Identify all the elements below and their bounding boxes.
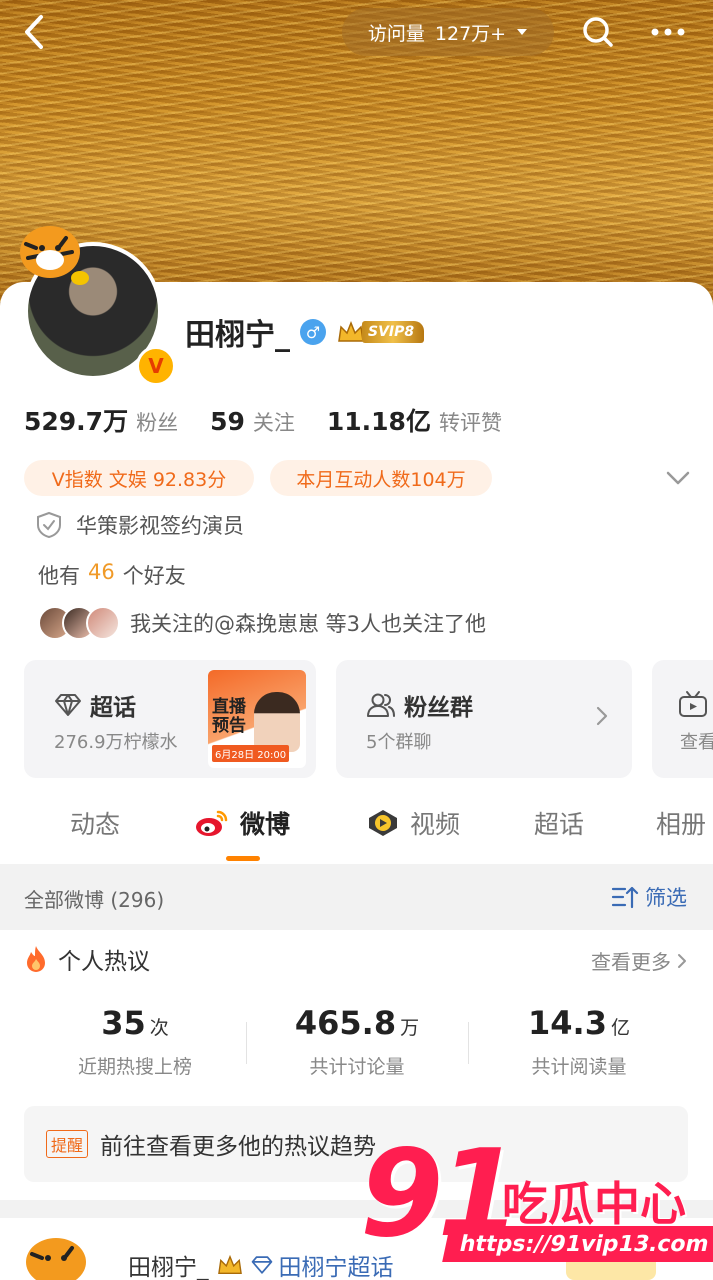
filter-bar: 全部微博 (296) 筛选 [0, 864, 713, 930]
svip-badge[interactable]: SVIP8 [336, 319, 425, 345]
flame-icon [27, 946, 45, 972]
verified-v-badge: V [136, 346, 176, 386]
post-chaohua-link[interactable]: 田栩宁超话 [279, 1248, 394, 1280]
visit-label: 访问量 [367, 22, 425, 45]
reminder-tag: 提醒 [46, 1130, 89, 1158]
hot-stat-reads: 14.3 亿 共计阅读量 [468, 1004, 690, 1094]
back-button[interactable] [12, 10, 56, 54]
user-name[interactable]: 田栩宁_ [185, 310, 290, 354]
chevron-right-icon [596, 706, 608, 726]
see-more-link[interactable]: 查看更多 [591, 946, 687, 975]
filter-button[interactable]: 筛选 [611, 882, 687, 912]
fans-group-sub: 5个群聊 [366, 732, 432, 753]
third-feature-card[interactable]: 查看 [652, 660, 713, 778]
mutual-follow-text: 我关注的@森挽崽崽 等3人也关注了他 [130, 612, 487, 636]
group-icon [367, 693, 395, 717]
chaohua-sub: 276.9万柠檬水 [54, 732, 178, 753]
chevron-right-icon [678, 953, 686, 968]
verification-text: 华策影视签约演员 [76, 514, 244, 538]
post-author-name[interactable]: 田栩宁_ [128, 1248, 209, 1280]
tab-album[interactable]: 相册 [656, 805, 706, 841]
more-dots-icon [651, 28, 685, 36]
tiger-avatar-icon[interactable] [20, 1228, 96, 1280]
trend-reminder[interactable]: 提醒 前往查看更多他的热议趋势 [24, 1106, 688, 1182]
chevron-down-icon [666, 471, 690, 485]
search-button[interactable] [576, 10, 620, 54]
verification-row: 华策影视签约演员 [36, 510, 244, 540]
friends-count: 46 [88, 560, 115, 584]
fans-group-card[interactable]: 粉丝群 5个群聊 [336, 660, 632, 778]
live-preview-thumbnail[interactable]: 直播预告 6月28日 20:00 [208, 670, 306, 768]
fans-group-title: 粉丝群 [404, 695, 473, 721]
svip-level: SVIP8 [362, 321, 425, 343]
reminder-text: 前往查看更多他的热议趋势 [100, 1134, 377, 1160]
chevron-left-icon [25, 15, 43, 49]
tiger-decoration-icon [20, 226, 89, 285]
promo-text: 直播预告 [212, 697, 246, 736]
diamond-icon [55, 694, 81, 716]
weibo-logo-icon [196, 810, 228, 836]
male-icon: ♂ [300, 319, 326, 345]
chaohua-card[interactable]: 超话 276.9万柠檬水 直播预告 6月28日 20:00 [24, 660, 316, 778]
hot-stat-trending: 35 次 近期热搜上榜 [77, 1004, 192, 1078]
tab-video[interactable]: 视频 [366, 805, 460, 841]
post-author-row: 田栩宁_ 田栩宁超话 [128, 1248, 394, 1280]
promo-date: 6月28日 20:00 [212, 745, 290, 762]
active-tab-indicator [226, 856, 260, 861]
diamond-icon [251, 1256, 272, 1274]
tab-weibo[interactable]: 微博 [194, 805, 290, 841]
name-row: 田栩宁_ ♂ SVIP8 [185, 310, 425, 354]
expand-button[interactable] [662, 462, 694, 494]
mutual-avatars [38, 606, 120, 640]
monthly-interaction-pill[interactable]: 本月互动人数104万 [270, 460, 492, 496]
more-button[interactable] [644, 10, 692, 54]
profile-stats: 529.7万 粉丝 59 关注 11.18亿 转评赞 [24, 402, 534, 438]
filter-icon [611, 886, 639, 909]
avatar-container[interactable]: V [18, 226, 176, 386]
search-icon [583, 17, 613, 47]
shield-check-icon [37, 511, 61, 539]
profile-tabs: 动态 微博 视频 超话 相册 [0, 795, 713, 861]
caret-down-icon [517, 29, 528, 35]
v-index-pill[interactable]: V指数 文娱 92.83分 [24, 460, 254, 496]
visit-count-pill[interactable]: 访问量 127万+ [342, 8, 554, 56]
friends-row[interactable]: 他有 46 个好友 [38, 560, 186, 590]
visit-count: 127万+ [434, 22, 507, 45]
hot-discussion-header: 个人热议 [24, 942, 150, 976]
hot-discussion-title: 个人热议 [58, 949, 150, 975]
post-badge [566, 1244, 656, 1280]
crown-icon [217, 1254, 242, 1274]
hot-stats: 35 次 近期热搜上榜 465.8 万 共计讨论量 14.3 亿 共计阅读量 [24, 1004, 690, 1094]
stat-interactions[interactable]: 11.18亿 转评赞 [327, 402, 502, 438]
third-feature-sub: 查看 [680, 732, 713, 753]
avatar [86, 606, 120, 640]
stat-fans[interactable]: 529.7万 粉丝 [24, 402, 178, 438]
all-posts-count: 全部微博 (296) [24, 888, 165, 912]
mutual-follow-row[interactable]: 我关注的@森挽崽崽 等3人也关注了他 [38, 606, 486, 640]
promo-portrait [254, 692, 300, 752]
chaohua-title: 超话 [90, 695, 136, 721]
section-divider [0, 1200, 713, 1218]
tab-dongtai[interactable]: 动态 [70, 805, 120, 841]
tv-icon [679, 691, 707, 717]
stat-following[interactable]: 59 关注 [210, 407, 295, 437]
video-badge-icon [369, 810, 397, 836]
tab-chaohua[interactable]: 超话 [534, 805, 584, 841]
hot-stat-discussion: 465.8 万 共计讨论量 [246, 1004, 468, 1094]
